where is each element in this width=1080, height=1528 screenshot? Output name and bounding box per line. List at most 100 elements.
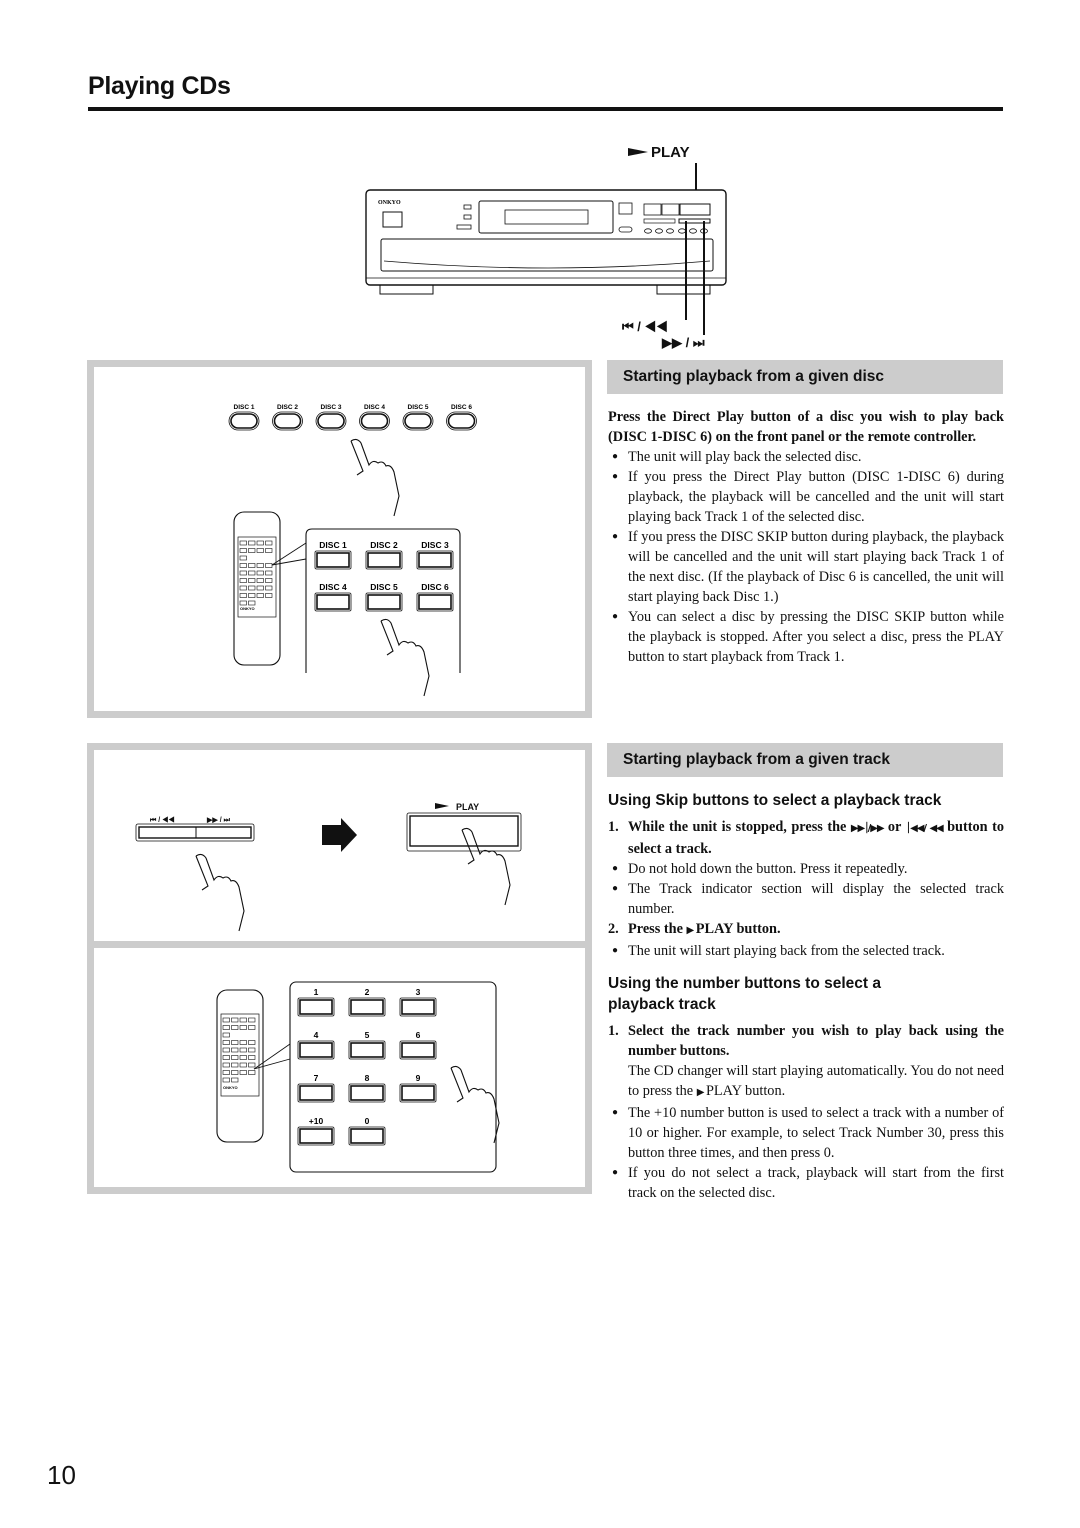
number-button-label: 5 [365,1030,370,1040]
remote-disc-button-label: DISC 6 [421,582,449,592]
play-icon [628,148,648,156]
skip-forward-label: ▶▶ / ⏭ [206,817,231,824]
hand-pointer-icon [461,827,511,906]
number-button-label: 0 [365,1116,370,1126]
number-button: 5 [348,1030,386,1060]
section-number-body: 1. Select the track number you wish to p… [608,1021,1004,1203]
step-number: 1. [608,819,619,835]
step-text: Press the [628,921,683,937]
hand-pointer-icon [380,618,430,697]
number-button-label: 1 [314,987,319,997]
number-button-label: 6 [416,1030,421,1040]
remote-disc-button: DISC 3 [416,540,454,570]
skip-back-icon: ⏐◀◀/ [905,823,927,834]
remote-disc-buttons: DISC 1 DISC 2 DISC 3 DISC 4 DISC 5 DISC 6 [314,540,454,612]
remote-disc-button: DISC 5 [365,582,403,612]
number-button-label: 4 [314,1030,319,1040]
number-buttons: 1 2 3 4 5 6 7 8 9 +10 0 [297,987,437,1146]
list-item: If you do not select a track, playback w… [608,1163,1004,1203]
list-item: The +10 number button is used to select … [608,1103,1004,1163]
remote-disc-button: DISC 4 [314,582,352,612]
disc-figure: DISC 1 DISC 2 DISC 3 DISC 4 DISC 5 DISC 6 ONK… [228,404,477,697]
cd-changer-figure: PLAY ONKYO ⏮ / ◀◀ ▶▶ / ⏭ [365,144,727,350]
list-item: You can select a disc by pressing the DI… [608,607,1004,667]
number-button: 2 [348,987,386,1017]
step-1: 1. Select the track number you wish to p… [608,1021,1004,1061]
step-text: Select the track number you wish to play… [628,1023,1004,1059]
front-disc-button: DISC 5 [402,404,434,431]
skip-back-label: ⏮ / ◀◀ [150,816,175,824]
number-button: 0 [348,1116,386,1146]
number-button-label: +10 [309,1116,324,1126]
front-disc-button: DISC 4 [359,404,390,431]
hand-pointer-icon [450,1065,500,1144]
front-disc-button: DISC 3 [315,404,347,431]
number-button-label: 8 [365,1073,370,1083]
list-item: If you press the DISC SKIP button during… [608,527,1004,607]
skip-forward-icon: ▶▶⏐/▶▶ [850,823,886,834]
skip-buttons [138,826,252,839]
disc-intro: Press the Direct Play button of a disc y… [608,409,1004,445]
number-button-label: 9 [416,1073,421,1083]
play-label: PLAY [456,802,479,812]
front-disc-button-label: DISC 1 [234,404,255,411]
remote-disc-button-label: DISC 4 [319,582,347,592]
list-item: Do not hold down the button. Press it re… [608,859,1004,879]
remote-disc-button-label: DISC 2 [370,540,398,550]
number-button: 6 [399,1030,437,1060]
step-note-text: PLAY button. [705,1083,786,1099]
list-item: If you press the Direct Play button (DIS… [608,467,1004,527]
remote-brand: ONKYO [240,606,255,611]
front-disc-button-label: DISC 3 [321,404,342,411]
front-disc-buttons: DISC 1 DISC 2 DISC 3 DISC 4 DISC 5 DISC 6 [228,404,477,431]
number-button: +10 [297,1116,335,1146]
front-disc-button: DISC 6 [446,404,477,431]
play-icon [435,803,449,809]
front-disc-button-label: DISC 6 [451,404,472,411]
subheading-number: Using the number buttons to select a pla… [608,975,881,1013]
skip-figure: ⏮ / ◀◀ ▶▶ / ⏭ PLAY [135,802,522,932]
number-button: 3 [399,987,437,1017]
number-button-label: 7 [314,1073,319,1083]
front-disc-button-label: DISC 4 [364,404,385,411]
list-item: The Track indicator section will display… [608,879,1004,919]
number-button: 4 [297,1030,335,1060]
brand-logo: ONKYO [378,200,401,206]
front-disc-button: DISC 1 [228,404,260,431]
list-item: The unit will start playing back from th… [608,941,1004,961]
step-text: or [887,819,902,835]
section-heading-track: Starting playback from a given track [607,743,1003,777]
play-icon: ▶ [696,1087,705,1098]
number-button: 8 [348,1073,386,1103]
play-icon: ▶ [686,925,695,936]
remote-disc-button-label: DISC 3 [421,540,449,550]
remote-disc-button: DISC 2 [365,540,403,570]
title-rule [88,107,1003,111]
skip-back-label: ⏮ / ◀◀ [622,319,668,334]
step-note-text: The CD changer will start playing automa… [628,1063,1004,1099]
arrow-right-icon [322,818,357,852]
front-disc-button: DISC 2 [272,404,303,431]
page-title: Playing CDs [88,72,231,100]
play-label: PLAY [651,144,690,161]
number-figure: ONKYO 1 2 3 4 5 6 7 8 9 +10 0 [216,981,500,1173]
list-item: The unit will play back the selected dis… [608,447,1004,467]
step-number: 2. [608,921,619,937]
section-disc-body: Press the Direct Play button of a disc y… [608,407,1004,667]
step-number: 1. [608,1023,619,1039]
section-heading-disc: Starting playback from a given disc [607,360,1003,394]
number-button-label: 3 [416,987,421,997]
number-button: 9 [399,1073,437,1103]
front-disc-button-label: DISC 2 [277,404,298,411]
skip-forward-label: ▶▶ / ⏭ [661,335,705,350]
hand-pointer-icon [350,438,400,517]
step-1: 1. While the unit is stopped, press the … [608,817,1004,859]
remote-zoom-callout [305,528,461,673]
number-button: 1 [297,987,335,1017]
rewind-icon: ◀◀ [929,823,944,834]
step-2: 2. Press the ▶ PLAY button. [608,919,1004,941]
play-button [409,815,519,847]
remote-disc-button: DISC 6 [416,582,454,612]
step-text: While the unit is stopped, press the [628,819,847,835]
remote-disc-button: DISC 1 [314,540,352,570]
